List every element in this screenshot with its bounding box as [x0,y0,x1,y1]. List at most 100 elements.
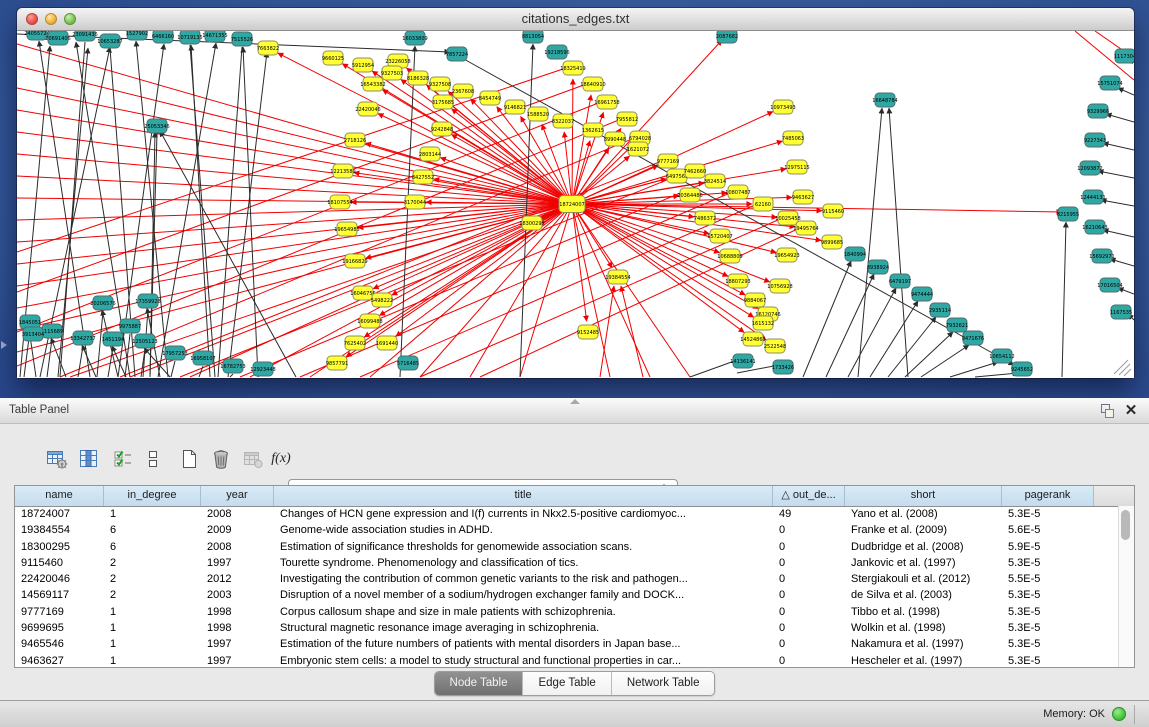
network-node[interactable]: 14671355 [202,31,227,42]
network-node[interactable]: 16958107 [190,351,215,365]
network-node[interactable]: 9975887 [119,319,141,333]
network-node[interactable]: 20206576 [90,296,115,310]
table-cell[interactable]: 1997 [201,555,274,571]
network-node[interactable]: 7486372 [694,211,716,225]
network-node[interactable]: 1167535 [1110,305,1132,319]
network-node[interactable]: 10719135 [177,31,202,44]
new-table-button[interactable] [176,446,202,472]
table-row[interactable]: 969969511998Structural magnetic resonanc… [15,620,1119,636]
table-cell[interactable]: 1 [104,653,201,667]
network-node[interactable]: 7663822 [257,41,279,55]
table-cell[interactable]: Structural magnetic resonance image aver… [274,620,773,636]
table-cell[interactable]: Embryonic stem cells: a model to study s… [274,653,773,667]
network-node[interactable]: 16782753 [220,359,245,373]
table-cell[interactable]: 5.3E-5 [1002,636,1094,652]
table-cell[interactable]: 1 [104,620,201,636]
network-node[interactable]: 9884067 [744,293,766,307]
network-node[interactable]: 15751074 [1097,76,1122,90]
network-node[interactable]: 20691406 [45,31,70,45]
network-node[interactable]: 62160 [753,197,773,211]
table-row[interactable]: 1830029562008Estimation of significance … [15,539,1119,555]
network-node[interactable]: 18724007 [559,196,585,213]
row-height-button[interactable] [140,446,166,472]
network-node[interactable]: 12444131 [1080,190,1105,204]
network-node[interactable]: 19166829 [342,254,367,268]
network-node[interactable]: 9146821 [504,100,526,114]
network-node[interactable]: 12213589 [330,164,355,178]
network-node[interactable]: 17957253 [162,346,187,360]
table-row[interactable]: 2242004622012Investigating the contribut… [15,571,1119,587]
table-settings-button[interactable] [44,446,70,472]
network-node[interactable]: 7932621 [946,318,968,332]
table-cell[interactable]: 0 [773,653,845,667]
splitter-handle-icon[interactable] [570,399,580,404]
network-node[interactable]: 10653287 [97,34,122,48]
network-node[interactable]: 18107554 [327,195,352,209]
panel-collapse-arrow[interactable] [1,341,7,349]
column-header-year[interactable]: year [201,486,274,506]
network-node[interactable]: 9245652 [1011,362,1033,376]
tab-node-table[interactable]: Node Table [435,672,523,695]
table-cell[interactable]: 0 [773,522,845,538]
network-node[interactable]: 5716485 [397,356,419,370]
column-header-name[interactable]: name [15,486,104,506]
table-row[interactable]: 1456911722003Disruption of a novel membe… [15,587,1119,603]
network-node[interactable]: 3175685 [432,95,454,109]
table-cell[interactable]: 2 [104,555,201,571]
network-node[interactable]: 8471676 [962,331,984,345]
table-cell[interactable]: 9115460 [15,555,104,571]
float-panel-button[interactable] [1099,402,1117,420]
table-cell[interactable]: 6 [104,522,201,538]
table-cell[interactable]: 2 [104,587,201,603]
import-table-button[interactable] [240,446,266,472]
table-cell[interactable]: Disruption of a novel member of a sodium… [274,587,773,603]
network-node[interactable]: 9463627 [792,190,814,204]
network-node[interactable]: 2803144 [419,147,441,161]
network-node[interactable]: 2087682 [716,31,738,43]
network-view[interactable]: 2405572420691406230914361065328715279026… [17,31,1134,378]
network-node[interactable]: 1588520 [527,107,549,121]
network-node[interactable]: 10756928 [767,279,792,293]
table-cell[interactable]: 5.3E-5 [1002,555,1094,571]
table-cell[interactable]: Investigating the contribution of common… [274,571,773,587]
network-node[interactable]: 6466160 [152,31,174,43]
tab-edge-table[interactable]: Edge Table [522,672,610,695]
table-cell[interactable]: Genome-wide association studies in ADHD. [274,522,773,538]
network-node[interactable]: 6479197 [889,274,911,288]
network-node[interactable]: 10688809 [717,249,742,263]
column-header-short[interactable]: short [845,486,1002,506]
network-node[interactable]: 2935114 [929,303,951,317]
network-node[interactable]: 18807293 [725,274,750,288]
table-cell[interactable]: 49 [773,506,845,522]
network-node[interactable]: 8938924 [867,260,889,274]
column-check-button[interactable] [110,446,136,472]
table-cell[interactable]: Franke et al. (2009) [845,522,1002,538]
network-node[interactable]: 14136141 [730,354,755,368]
network-node[interactable]: 19495764 [793,221,818,235]
network-node[interactable]: 3170044 [404,195,426,209]
network-node[interactable]: 7955812 [616,112,638,126]
resize-grip-icon[interactable] [1114,360,1131,376]
network-node[interactable]: 3824514 [704,174,726,188]
network-node[interactable]: 9227343 [1084,133,1106,147]
table-cell[interactable]: Dudbridge et al. (2008) [845,539,1002,555]
network-node[interactable]: 19384554 [605,270,630,284]
table-cell[interactable]: 18724007 [15,506,104,522]
network-node[interactable]: 9777169 [657,154,679,168]
network-node[interactable]: 17016504 [1097,278,1122,292]
network-node[interactable]: 7857224 [446,47,468,61]
column-header-title[interactable]: title [274,486,773,506]
network-node[interactable]: 1117304 [1114,49,1134,63]
network-node[interactable]: 9474444 [911,287,933,301]
table-cell[interactable]: Estimation of significance thresholds fo… [274,539,773,555]
table-cell[interactable]: Hescheler et al. (1997) [845,653,1002,667]
column-header-pagerank[interactable]: pagerank [1002,486,1094,506]
network-node[interactable]: 9152485 [577,325,599,339]
network-node[interactable]: 9115460 [822,204,844,218]
table-cell[interactable]: 9699695 [15,620,104,636]
table-cell[interactable]: Corpus callosum shape and size in male p… [274,604,773,620]
network-node[interactable]: 13342737 [70,331,95,345]
network-node[interactable]: 20364486 [677,188,702,202]
network-node[interactable]: 10807487 [725,185,750,199]
table-cell[interactable]: Tourette syndrome. Phenomenology and cla… [274,555,773,571]
